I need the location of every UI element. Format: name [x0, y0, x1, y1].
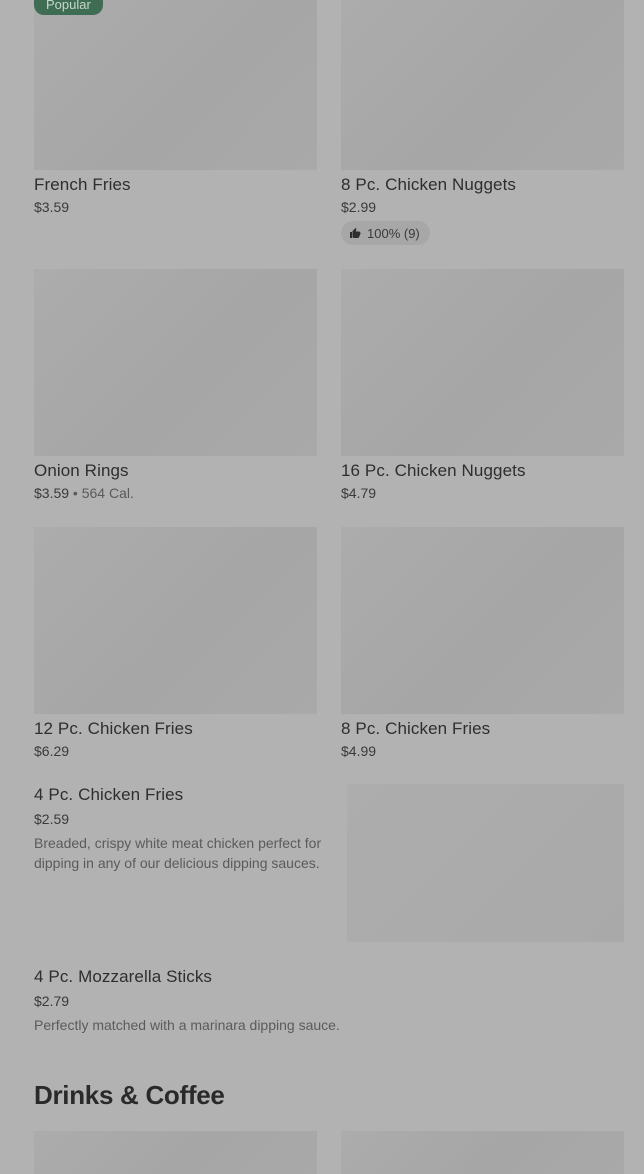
menu-item-title[interactable]: 4 Pc. Mozzarella Sticks [34, 967, 212, 987]
menu-item-image[interactable] [34, 527, 317, 714]
menu-item-title[interactable]: 16 Pc. Chicken Nuggets [341, 461, 526, 481]
menu-item-description: Perfectly matched with a marinara dippin… [34, 1017, 340, 1033]
menu-item-image[interactable] [341, 1131, 624, 1174]
menu-item-price: $2.59 [34, 811, 70, 827]
menu-item-image[interactable] [341, 527, 624, 714]
rating-pill: 100% (9) [341, 221, 430, 245]
thumbs-up-icon [350, 228, 361, 238]
menu-item-price: $2.79 [34, 993, 70, 1009]
price-value: $3.59 [34, 485, 70, 501]
menu-item-image[interactable] [341, 269, 624, 456]
menu-item-image[interactable] [34, 0, 317, 170]
menu-item-price: $2.99 [341, 199, 377, 215]
calories: 564 Cal. [81, 485, 134, 501]
popular-badge: Popular [34, 0, 103, 15]
menu-item-description: Breaded, crispy white meat chicken perfe… [34, 835, 322, 871]
separator: • [69, 485, 82, 501]
menu-item-title[interactable]: French Fries [34, 175, 131, 195]
menu-item-image[interactable] [34, 269, 317, 456]
menu-item-price: $3.59 [34, 199, 70, 215]
menu-item-title[interactable]: 8 Pc. Chicken Fries [341, 719, 490, 739]
section-title-drinks: Drinks & Coffee [34, 1080, 225, 1110]
menu-item-title[interactable]: 8 Pc. Chicken Nuggets [341, 175, 516, 195]
menu-item-price: $4.79 [341, 485, 377, 501]
menu-item-title[interactable]: 4 Pc. Chicken Fries [34, 785, 183, 805]
menu-item-title[interactable]: 12 Pc. Chicken Fries [34, 719, 193, 739]
menu-item-title[interactable]: Onion Rings [34, 461, 129, 481]
menu-item-price: $3.59 • 564 Cal. [34, 485, 134, 501]
menu-item-image[interactable] [347, 784, 624, 942]
menu-item-image[interactable] [34, 1131, 317, 1174]
rating-text: 100% (9) [367, 225, 420, 241]
menu-item-price: $6.29 [34, 743, 70, 759]
menu-item-image[interactable] [341, 0, 624, 170]
menu-item-price: $4.99 [341, 743, 377, 759]
